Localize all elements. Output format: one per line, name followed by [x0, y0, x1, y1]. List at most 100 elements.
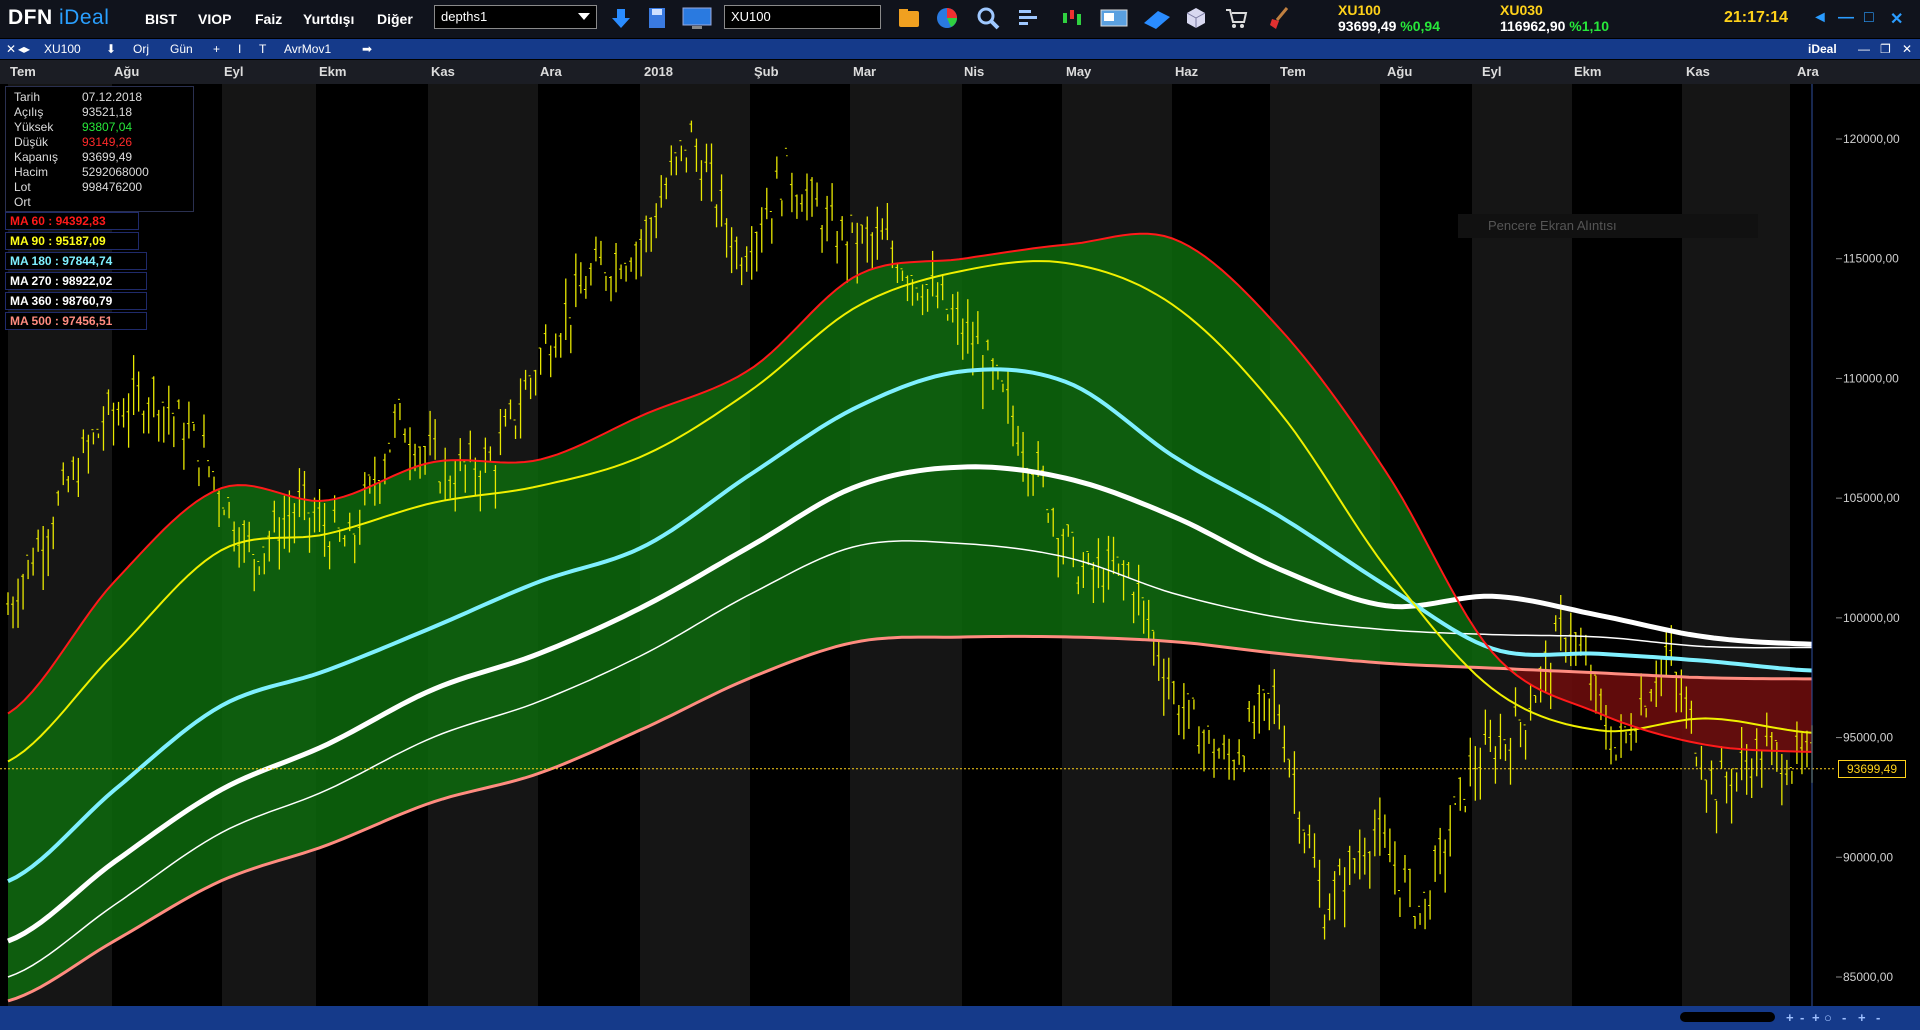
monitor-icon[interactable]: [681, 5, 713, 31]
save-icon[interactable]: [644, 5, 670, 31]
clock: 21:17:14: [1724, 9, 1789, 26]
quote-xu030[interactable]: XU030 116962,90 %1,10: [1500, 2, 1609, 34]
quote-value: 93699,49: [1338, 18, 1397, 34]
menu-bist[interactable]: BIST: [145, 11, 177, 27]
add-button[interactable]: +: [213, 42, 220, 56]
cube-icon[interactable]: [1183, 5, 1209, 31]
chart-symbol[interactable]: XU100: [44, 42, 81, 56]
zoom-out-icon[interactable]: -: [1842, 1010, 1846, 1025]
zoom-out-icon[interactable]: -: [1800, 1010, 1804, 1025]
avrmov-button[interactable]: AvrMov1: [284, 42, 331, 56]
month-band: [1790, 84, 1812, 1006]
time-label: Ağu: [1387, 64, 1413, 79]
zoom-in-icon[interactable]: +: [1786, 1010, 1794, 1025]
back-icon[interactable]: ◄: [1812, 9, 1828, 27]
period-button[interactable]: Gün: [170, 42, 193, 56]
book-icon[interactable]: [1141, 5, 1173, 31]
zoom-in-icon[interactable]: +: [1858, 1010, 1866, 1025]
close-chart-icon[interactable]: ✕: [6, 42, 16, 56]
layout-select[interactable]: depths1: [434, 5, 597, 29]
layout-select-value: depths1: [441, 9, 488, 24]
y-tick-label: 95000,00: [1843, 731, 1893, 745]
swap-icon[interactable]: ◂▸: [18, 42, 30, 56]
time-label: Eyl: [224, 64, 244, 79]
reset-zoom-icon[interactable]: ○: [1824, 1010, 1832, 1025]
menu-yurtdisi[interactable]: Yurtdışı: [303, 11, 354, 27]
download-data-icon[interactable]: ⬇: [106, 42, 116, 56]
ma60-label[interactable]: MA 60 : 94392,83: [5, 212, 139, 230]
time-label: Ekm: [1574, 64, 1602, 79]
time-label: Kas: [1686, 64, 1710, 79]
last-price-tag: 93699,49: [1838, 760, 1906, 778]
time-label: Haz: [1175, 64, 1199, 79]
time-label: Mar: [853, 64, 877, 79]
text-button[interactable]: T: [259, 42, 266, 56]
y-tick-label: 115000,00: [1843, 252, 1899, 266]
pie-chart-icon[interactable]: [934, 5, 960, 31]
cart-icon[interactable]: [1223, 5, 1249, 31]
menu-diger[interactable]: Diğer: [377, 11, 413, 27]
news-icon[interactable]: [1098, 5, 1130, 31]
screenshot-tooltip: Pencere Ekran Alıntısı: [1458, 214, 1758, 238]
chevron-down-icon[interactable]: [578, 13, 590, 20]
candlestick-icon[interactable]: [1059, 5, 1085, 31]
bottom-scrollbar[interactable]: + - + ○ - + -: [0, 1006, 1920, 1030]
maximize-button[interactable]: □: [1864, 9, 1874, 27]
bar-list-icon[interactable]: [1016, 5, 1042, 31]
y-tick-label: 110000,00: [1843, 371, 1899, 385]
ma500-label[interactable]: MA 500 : 97456,51: [5, 312, 147, 330]
quote-name: XU030: [1500, 2, 1543, 18]
time-label: Tem: [10, 64, 36, 79]
quote-value: 116962,90: [1500, 18, 1566, 34]
app-logo: DFN iDeal: [8, 6, 110, 29]
restore-chart-icon[interactable]: ❐: [1880, 42, 1891, 56]
ma270-label[interactable]: MA 270 : 98922,02: [5, 272, 147, 290]
time-label: Kas: [431, 64, 455, 79]
menu-viop[interactable]: VIOP: [198, 11, 231, 27]
top-menu-bar: DFN iDeal BIST VIOP Faiz Yurtdışı Diğer …: [0, 0, 1920, 38]
y-tick-label: 100000,00: [1843, 611, 1900, 625]
time-label: Şub: [754, 64, 779, 79]
ma90-label[interactable]: MA 90 : 95187,09: [5, 232, 139, 250]
zoom-in-icon[interactable]: +: [1812, 1010, 1820, 1025]
y-tick-label: 90000,00: [1843, 850, 1893, 864]
ma360-label[interactable]: MA 360 : 98760,79: [5, 292, 147, 310]
ma180-label[interactable]: MA 180 : 97844,74: [5, 252, 147, 270]
quote-name: XU100: [1338, 2, 1381, 18]
time-label: Eyl: [1482, 64, 1502, 79]
time-axis: Tem Ağu Eyl Ekm Kas Ara 2018 Şub Mar Nis…: [0, 60, 1920, 84]
quote-xu100[interactable]: XU100 93699,49 %0,94: [1338, 2, 1440, 34]
ohlc-info-box: Tarih 07.12.2018 Açılış 93521,18 Yüksek 938…: [5, 86, 194, 212]
y-tick-label: 105000,00: [1843, 491, 1900, 505]
minimize-button[interactable]: —: [1838, 9, 1854, 27]
forward-icon[interactable]: ➡: [362, 42, 372, 56]
folder-icon[interactable]: [896, 5, 922, 31]
time-label: Ekm: [319, 64, 347, 79]
minimize-chart-icon[interactable]: —: [1858, 42, 1870, 56]
original-button[interactable]: Orj: [133, 42, 149, 56]
y-tick-label: 85000,00: [1843, 970, 1893, 984]
scroll-thumb[interactable]: [1680, 1012, 1775, 1022]
time-label: 2018: [644, 64, 673, 79]
close-chart-window-icon[interactable]: ✕: [1902, 42, 1912, 56]
chart-brand: iDeal: [1808, 42, 1837, 56]
download-icon[interactable]: [608, 5, 634, 31]
close-button[interactable]: ✕: [1890, 9, 1903, 29]
y-tick-label: 120000,00: [1843, 132, 1900, 146]
quote-change: %0,94: [1400, 18, 1440, 34]
y-axis: 120000,00 115000,00 110000,00 105000,00 1000…: [1836, 132, 1900, 984]
search-icon[interactable]: [975, 5, 1001, 31]
broom-icon[interactable]: [1267, 5, 1293, 31]
quote-change: %1,10: [1569, 18, 1609, 34]
time-label: May: [1066, 64, 1092, 79]
time-label: Ara: [540, 64, 562, 79]
time-label: Ağu: [114, 64, 140, 79]
time-label: Ara: [1797, 64, 1819, 79]
symbol-input[interactable]: XU100: [724, 5, 881, 29]
zoom-out-icon[interactable]: -: [1876, 1010, 1880, 1025]
time-label: Tem: [1280, 64, 1306, 79]
indicator-button[interactable]: I: [238, 42, 241, 56]
chart-toolbar: ✕ ◂▸ XU100 ⬇ Orj Gün + I T AvrMov1 ➡ iDe…: [0, 39, 1920, 59]
time-label: Nis: [964, 64, 985, 79]
menu-faiz[interactable]: Faiz: [255, 11, 282, 27]
